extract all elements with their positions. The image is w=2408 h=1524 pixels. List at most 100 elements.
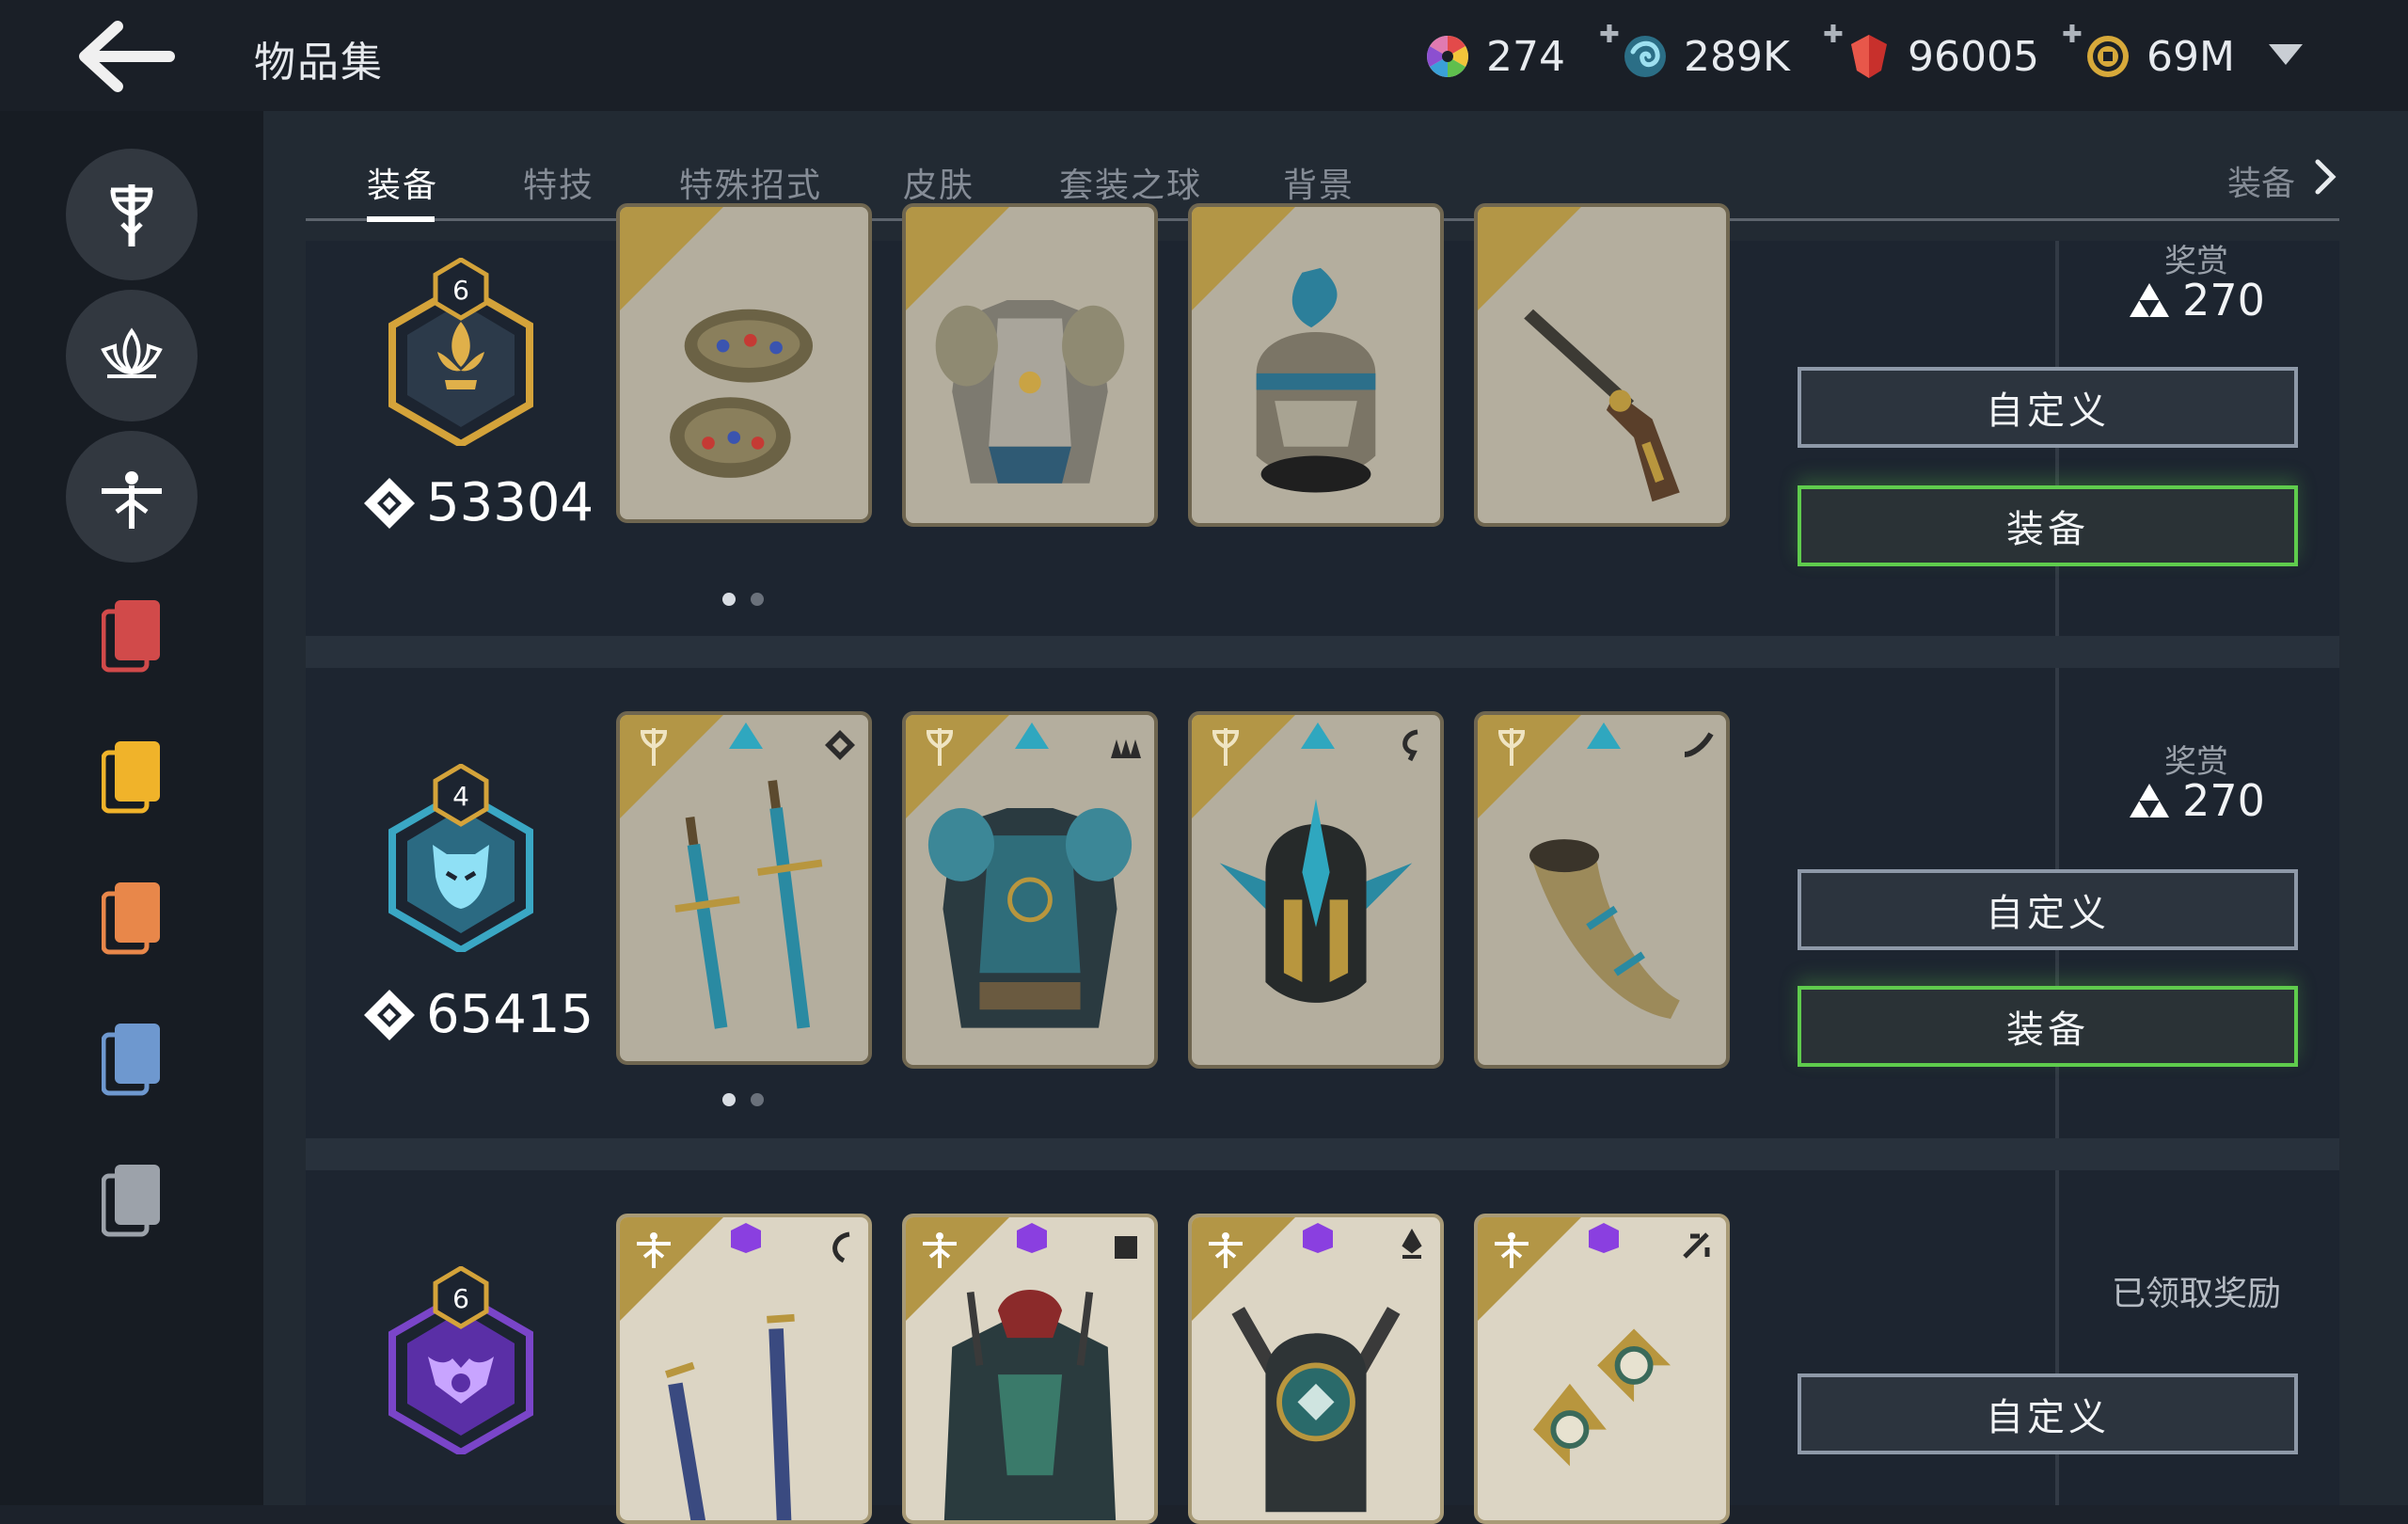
customize-button[interactable]: 自定义 <box>1798 1373 2298 1454</box>
gear-score: 53304 <box>362 472 594 533</box>
item-card-chest-armor[interactable] <box>902 711 1158 1069</box>
rarity-cube-icon <box>1017 1223 1047 1253</box>
carousel-dots <box>722 1093 764 1106</box>
collection-row: 4 65415 奖赏 270 自定义 装备 <box>306 668 2339 1138</box>
left-rail <box>0 111 263 1505</box>
category-folder-yellow-icon[interactable] <box>102 739 162 815</box>
chest-armor-icon <box>927 807 1133 1028</box>
reward-amount: 270 <box>2182 275 2265 325</box>
category-folder-orange-icon[interactable] <box>102 881 162 956</box>
row-gap <box>306 636 2339 668</box>
currency-color-wheel[interactable]: 274 <box>1422 28 1565 85</box>
tab-right-label[interactable]: 装备 <box>2227 156 2295 205</box>
category-folder-blue-icon[interactable] <box>102 1022 162 1097</box>
faction-button-samurai[interactable] <box>66 290 198 421</box>
reward-value: 270 <box>2055 775 2337 826</box>
knights-faction-icon <box>110 184 153 246</box>
currency-crystal[interactable]: ✚ 96005 <box>1823 21 2039 85</box>
item-card-chest-armor[interactable] <box>902 203 1158 527</box>
currency-gold[interactable]: ✚ 69M <box>2062 21 2235 85</box>
faction-button-wulin[interactable] <box>66 431 198 563</box>
item-card-dual-blades[interactable] <box>616 1214 872 1524</box>
rarity-cube-icon <box>1303 1223 1333 1253</box>
plus-icon[interactable]: ✚ <box>1823 21 1844 49</box>
back-arrow-icon[interactable] <box>75 19 179 94</box>
helmet-icon <box>1219 799 1413 1003</box>
equip-button[interactable]: 装备 <box>1798 485 2298 566</box>
chevron-right-icon[interactable] <box>2312 158 2338 196</box>
reward-value: 270 <box>2055 275 2337 325</box>
knights-class-icon <box>1212 728 1239 766</box>
item-card-twin-swords[interactable] <box>616 711 872 1065</box>
tab-executions[interactable]: 特殊招式 <box>679 158 822 207</box>
helmet-icon <box>1256 267 1376 493</box>
wu-lin-class-icon <box>923 1232 957 1268</box>
currency-value: 274 <box>1486 32 1565 81</box>
slot-type-icon <box>1402 729 1418 762</box>
wu-lin-class-icon <box>637 1232 671 1268</box>
wu-lin-class-icon <box>1209 1232 1243 1268</box>
item-card-flintlock[interactable] <box>1474 203 1730 527</box>
item-card-war-horn[interactable] <box>1474 711 1730 1069</box>
triforce-reward-icon <box>2130 283 2170 317</box>
war-horn-icon <box>1529 839 1680 1019</box>
chevron-down-icon[interactable] <box>2267 42 2305 67</box>
gear-score-value: 65415 <box>426 984 594 1045</box>
tab-backgrounds[interactable]: 背景 <box>1283 158 1354 207</box>
tab-equipment[interactable]: 装备 <box>367 158 438 207</box>
category-folder-gray-icon[interactable] <box>102 1163 162 1238</box>
top-bar: 物品集 274 ✚ 289K ✚ 96005 ✚ 69M <box>0 0 2408 111</box>
red-crystal-icon <box>1851 35 1887 78</box>
svg-text:6: 6 <box>452 1283 469 1314</box>
carousel-dot-active[interactable] <box>722 593 736 606</box>
slot-type-icon <box>1115 1236 1137 1259</box>
equip-button[interactable]: 装备 <box>1798 986 2298 1067</box>
tab-skins[interactable]: 皮肤 <box>903 158 974 207</box>
item-card-helmet[interactable] <box>1188 203 1444 527</box>
item-card-shuriken[interactable] <box>1474 1214 1730 1524</box>
collection-row: 6 已领取奖励 自定义 <box>306 1170 2339 1524</box>
currency-value: 289K <box>1684 32 1790 81</box>
svg-text:6: 6 <box>452 275 469 306</box>
slot-type-icon <box>1111 739 1141 758</box>
samurai-faction-icon <box>101 327 163 378</box>
chest-armor-icon <box>943 1290 1117 1520</box>
level-badge: 6 <box>388 1266 533 1454</box>
gear-score-value: 53304 <box>426 472 594 533</box>
carousel-dot[interactable] <box>751 1093 764 1106</box>
shuriken-icon <box>1532 1328 1671 1467</box>
twin-swords-icon <box>674 780 823 1029</box>
level-badge: 4 <box>388 764 533 952</box>
carousel-dots <box>722 593 764 606</box>
gear-score-icon <box>364 477 415 529</box>
knights-class-icon <box>641 728 667 766</box>
customize-button[interactable]: 自定义 <box>1798 869 2298 950</box>
category-folder-red-icon[interactable] <box>102 598 162 674</box>
gauntlets-icon <box>670 309 814 478</box>
carousel-dot[interactable] <box>751 593 764 606</box>
customize-button[interactable]: 自定义 <box>1798 367 2298 448</box>
currency-steel[interactable]: ✚ 289K <box>1599 21 1790 85</box>
plus-icon[interactable]: ✚ <box>1599 21 1620 49</box>
helmet-icon <box>1231 1307 1401 1513</box>
knights-class-icon <box>927 728 953 766</box>
item-card-gauntlets[interactable] <box>616 203 872 523</box>
knights-class-icon <box>1498 728 1525 766</box>
item-card-chest-armor[interactable] <box>902 1214 1158 1524</box>
tab-effect-orbs[interactable]: 套装之球 <box>1059 158 1202 207</box>
slot-type-icon <box>825 730 855 760</box>
flintlock-icon <box>1524 309 1680 502</box>
rarity-triangle-icon <box>1587 722 1621 749</box>
color-wheel-icon <box>1427 36 1468 77</box>
carousel-dot-active[interactable] <box>722 1093 736 1106</box>
currency-value: 96005 <box>1908 32 2039 81</box>
plus-icon[interactable]: ✚ <box>2062 21 2083 49</box>
chest-armor-icon <box>935 299 1125 484</box>
item-card-helmet[interactable] <box>1188 1214 1444 1524</box>
faction-button-knights[interactable] <box>66 149 198 280</box>
item-card-helmet[interactable] <box>1188 711 1444 1069</box>
gold-coin-icon <box>2087 36 2129 77</box>
page-title: 物品集 <box>254 39 384 87</box>
tab-feats[interactable]: 特技 <box>523 158 594 207</box>
reward-amount: 270 <box>2182 775 2265 826</box>
